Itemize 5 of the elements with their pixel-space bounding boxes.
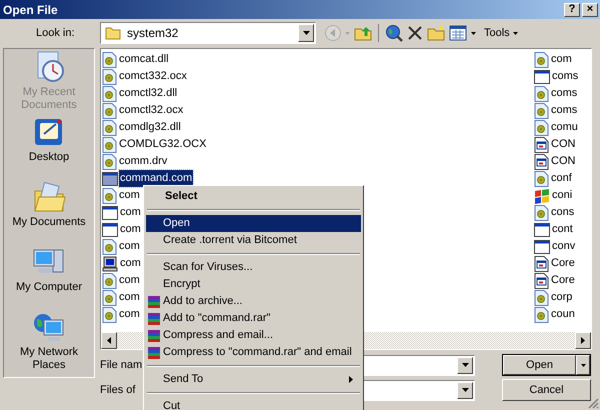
location-text: system32 xyxy=(127,25,180,42)
file-type-label: Files of xyxy=(100,382,136,398)
look-in-label: Look in: xyxy=(35,26,76,41)
window-title: Open File xyxy=(3,2,59,18)
file-name-label: File nam xyxy=(100,358,144,373)
